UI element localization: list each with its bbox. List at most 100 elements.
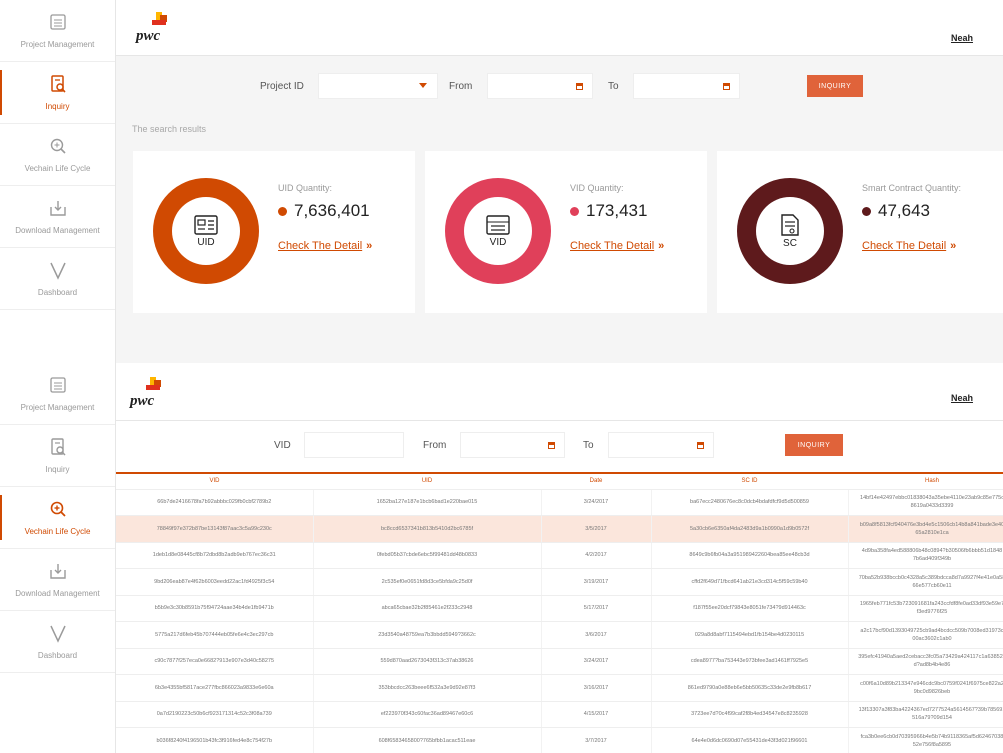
column-header-sc-id[interactable]: SC ID (651, 472, 848, 490)
calendar-icon (697, 442, 704, 449)
sc-check-detail-link[interactable]: Check The Detail» (862, 240, 956, 252)
hash-line: d?ad8b4b4e86 (913, 662, 951, 669)
chevron-down-icon (419, 83, 427, 88)
project-list-icon (49, 377, 66, 393)
sidebar-item-dashboard[interactable]: Dashboard (0, 248, 115, 310)
sidebar-item-label: Download Management (15, 226, 100, 235)
sidebar-item-project-management[interactable]: Project Management (0, 363, 115, 425)
sc-id-cell: 861ed9790a0e88eb6e5bb50635c33de2e9fb8b61… (651, 674, 849, 702)
uid-check-detail-link[interactable]: Check The Detail» (278, 240, 372, 252)
from-date-input[interactable] (487, 73, 593, 99)
vid-cell: 9bd206eab87e4f62b6003eedd22ac1fd4925f3c5… (116, 568, 314, 596)
sidebar: Project Management Inquiry Vechain Life … (0, 363, 116, 753)
inquiry-search-icon (50, 75, 66, 93)
top-bar: pwc Neah (116, 0, 1003, 56)
hash-cell: c00f6a10d89b213347e946cdc9bc0759f0241f69… (848, 674, 1003, 702)
sidebar-item-download-management[interactable]: Download Management (0, 186, 115, 248)
hash-line: a2c17bcf90d1393049725cb9ad4bcdcc509b7008… (860, 627, 1003, 634)
to-date-input[interactable] (608, 432, 714, 458)
results-title: The search results (132, 124, 207, 134)
logo-text: pwc (130, 393, 155, 409)
id-card-icon (194, 214, 218, 235)
user-name[interactable]: Neah (951, 393, 973, 403)
uid-quantity-card: UID UID Quantity: 7,636,401 Check The De… (133, 151, 415, 313)
uid-abbr: UID (197, 236, 215, 248)
column-header-uid[interactable]: UID (313, 472, 541, 490)
table-row[interactable]: b036f8240f4196501b43fc3f916fed4e8c754f27… (116, 727, 1003, 753)
column-header-date[interactable]: Date (541, 472, 651, 490)
sidebar-item-label: Vechain Life Cycle (24, 527, 91, 536)
date-cell: 3/19/2017 (541, 568, 652, 596)
hash-line: 00ac3602c1ab0 (912, 635, 952, 642)
hash-cell: 70ba52b938bccb0c4328a5c389bdcca8d7a9927f… (848, 568, 1003, 596)
table-row[interactable]: c90c7877f257eca0e6682?913e907e3d40c58275… (116, 648, 1003, 675)
double-chevron-right-icon: » (658, 240, 665, 252)
table-row[interactable]: 1deb1d8e08445cf8b72dbd8b2adb9eb767ec36c3… (116, 542, 1003, 569)
hash-line: 14bf14e42497ebbc01838043a35ebe4110e23ab9… (860, 495, 1003, 502)
hash-cell: 1965feb771fc53b723091681fa243ccfdf8fe0ad… (848, 595, 1003, 622)
inquiry-screen: Project Management Inquiry Vechain Life … (0, 0, 1003, 363)
sc-quantity-value: 47,643 (878, 201, 930, 220)
vid-donut: VID (445, 178, 551, 284)
table-row[interactable]: 9bd206eab87e4f62b6003eedd22ac1fd4925f3c5… (116, 568, 1003, 596)
hash-cell: 395efc41940a5aed2cebacc3fc05a73429a42411… (848, 648, 1003, 675)
vid-cell: 0a7d2190223c50b6cf923171314c52c3f08a739 (116, 701, 314, 728)
vid-input[interactable] (304, 432, 404, 458)
table-row[interactable]: 78849f97e372b87be13143f87aac3c5a99c230c b… (116, 515, 1003, 543)
uid-cell: 608f6583465800?765bfbb1acac511eae (313, 727, 542, 753)
hash-cell: fca3b0ee6cb0d70395966b4e5b74b9118365af5d… (848, 727, 1003, 753)
uid-cell: abca65cbae32b2f85461e2f233c2948 (313, 595, 542, 622)
calendar-icon (723, 83, 730, 90)
project-id-select[interactable] (318, 73, 438, 99)
sidebar-item-dashboard[interactable]: Dashboard (0, 611, 115, 673)
hash-line: fca3b0ee6cb0d70395966b4e5b74b9118365af5d… (860, 733, 1003, 740)
vechain-card-icon (486, 214, 510, 235)
sidebar-item-vechain-life-cycle[interactable]: Vechain Life Cycle (0, 124, 115, 186)
hash-cell: 4d9ba358fa4ed588806b48c0894?b30506fb6bbb… (848, 542, 1003, 569)
sc-id-cell: f187f55ee20dcf79843e8051fe734?9d914463c (651, 595, 849, 622)
column-header-hash[interactable]: Hash (848, 472, 1003, 490)
sidebar-item-inquiry[interactable]: Inquiry (0, 425, 115, 487)
download-icon (49, 564, 66, 579)
sidebar-item-label: Project Management (20, 40, 95, 49)
sidebar-item-inquiry[interactable]: Inquiry (0, 62, 115, 124)
to-date-input[interactable] (633, 73, 740, 99)
date-cell: 3/6/2017 (541, 621, 652, 649)
hash-line: 7b6ad409f349b (912, 556, 952, 563)
column-header-vid[interactable]: VID (116, 472, 313, 490)
inquiry-button[interactable]: INQUIRY (807, 75, 863, 97)
table-row[interactable]: b5b9e3c30b8591b75f94724aae34b4de1fb9471b… (116, 595, 1003, 622)
life-cycle-table: VID UID Date SC ID Hash 66b7de2416678fa7… (116, 472, 1003, 753)
sidebar-item-project-management[interactable]: Project Management (0, 0, 115, 62)
vid-dot (570, 206, 579, 216)
sc-quantity-label: Smart Contract Quantity: (862, 183, 962, 193)
date-cell: 5/17/2017 (541, 595, 652, 622)
to-label: To (608, 81, 619, 92)
from-date-input[interactable] (460, 432, 565, 458)
uid-cell: 2c535ef0e0651fd8d3ce5bfda9c25d0f (313, 568, 542, 596)
uid-cell: 23d3540a48759ea7b3bbdd5949?3662c (313, 621, 542, 649)
uid-cell: 559d870aad2673043f313c37ab38626 (313, 648, 542, 675)
pwc-logo[interactable]: pwc (136, 12, 178, 44)
table-row[interactable]: 0a7d2190223c50b6cf923171314c52c3f08a739 e… (116, 701, 1003, 728)
table-row[interactable]: 6b3e4355bf5817ace277fbc866023a9833e6e60a… (116, 674, 1003, 702)
vid-check-detail-link[interactable]: Check The Detail» (570, 240, 664, 252)
table-row[interactable]: 5775a217d6feb45b707444eb05fe6e4c3ec297cb… (116, 621, 1003, 649)
table-row[interactable]: 66b7de2416678fa7b92abbbc029fb0cbf2789b2 1… (116, 489, 1003, 516)
user-name[interactable]: Neah (951, 33, 973, 43)
hash-line: 9bc0d9826beb (913, 688, 951, 695)
pwc-logo[interactable]: pwc (130, 377, 172, 409)
to-label: To (583, 440, 594, 451)
sidebar-item-vechain-life-cycle[interactable]: Vechain Life Cycle (0, 487, 115, 549)
logo-text: pwc (136, 28, 161, 44)
sidebar-item-label: Inquiry (45, 465, 70, 474)
vid-cell: 1deb1d8e08445cf8b72dbd8b2adb9eb767ec36c3… (116, 542, 314, 569)
sidebar-item-download-management[interactable]: Download Management (0, 549, 115, 611)
smart-contract-quantity-card: SC Smart Contract Quantity: 47,643 Check… (717, 151, 1003, 313)
date-cell: 4/15/2017 (541, 701, 652, 728)
sc-donut: SC (737, 178, 843, 284)
vid-cell: 5775a217d6feb45b707444eb05fe6e4c3ec297cb (116, 621, 314, 649)
calendar-icon (576, 83, 583, 90)
inquiry-button[interactable]: INQUIRY (785, 434, 843, 456)
inquiry-filter-bar: Project ID From To INQUIRY (116, 70, 1003, 104)
